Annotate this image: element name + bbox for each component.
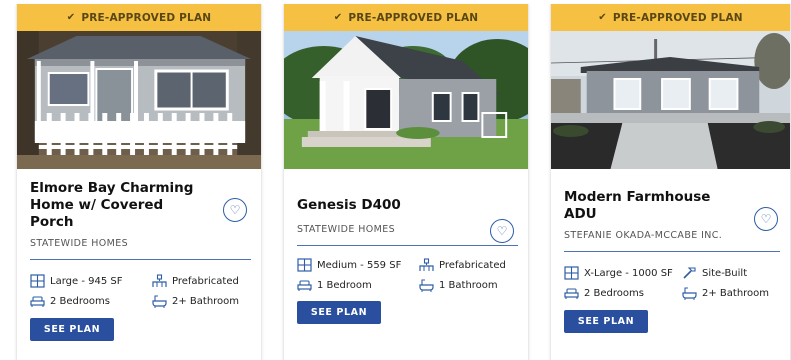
see-plan-button[interactable]: SEE PLAN — [30, 318, 114, 341]
plan-title[interactable]: Elmore Bay Charming Home w/ Covered Porc… — [30, 180, 210, 231]
bathtub-icon — [419, 278, 434, 292]
bed-icon — [30, 294, 45, 308]
house-photo-illustration — [17, 31, 261, 169]
checkmark-icon: ✔ — [598, 12, 607, 23]
spec-build-type: Prefabricated — [152, 274, 248, 288]
see-plan-button[interactable]: SEE PLAN — [564, 310, 648, 333]
banner-label: PRE-APPROVED PLAN — [348, 11, 479, 24]
spec-bathrooms: 2+ Bathroom — [682, 286, 777, 300]
favorite-heart-icon[interactable]: ♡ — [490, 219, 514, 243]
spec-size: Large - 945 SF — [30, 274, 152, 288]
spec-size: Medium - 559 SF — [297, 258, 419, 272]
floorplan-icon — [30, 274, 45, 288]
spec-bedrooms: 1 Bedroom — [297, 278, 419, 292]
plan-specs: Large - 945 SF Prefabricated 2 Bedrooms … — [30, 274, 248, 308]
see-plan-button[interactable]: SEE PLAN — [297, 301, 381, 324]
plan-photo[interactable] — [551, 31, 790, 169]
hammer-icon — [682, 266, 697, 280]
floorplan-icon — [564, 266, 579, 280]
spec-build-type: Site-Built — [682, 266, 777, 280]
favorite-heart-icon[interactable]: ♡ — [754, 207, 778, 231]
spec-size: X-Large - 1000 SF — [564, 266, 682, 280]
favorite-heart-icon[interactable]: ♡ — [223, 198, 247, 222]
builder-name: STEFANIE OKADA-MCCABE INC. — [564, 230, 723, 241]
bed-icon — [297, 278, 312, 292]
plan-specs: Medium - 559 SF Prefabricated 1 Bedroom … — [297, 258, 515, 292]
spec-bedrooms: 2 Bedrooms — [30, 294, 152, 308]
floorplan-icon — [297, 258, 312, 272]
spec-bedrooms: 2 Bedrooms — [564, 286, 682, 300]
plan-card[interactable]: ✔ PRE-APPROVED PLAN Elmore Bay Charming … — [16, 4, 262, 360]
checkmark-icon: ✔ — [333, 12, 343, 23]
plan-title[interactable]: Modern Farmhouse ADU — [564, 189, 744, 223]
card-divider — [30, 259, 251, 260]
plan-photo[interactable] — [17, 31, 261, 169]
checkmark-icon: ✔ — [66, 12, 76, 23]
plan-specs: X-Large - 1000 SF Site-Built 2 Bedrooms … — [564, 266, 777, 300]
pre-approved-banner: ✔ PRE-APPROVED PLAN — [551, 4, 790, 31]
spec-build-type: Prefabricated — [419, 258, 515, 272]
banner-label: PRE-APPROVED PLAN — [612, 11, 743, 24]
spec-bathrooms: 2+ Bathroom — [152, 294, 248, 308]
bathtub-icon — [152, 294, 167, 308]
prefab-crane-icon — [152, 274, 167, 288]
plan-card[interactable]: ✔ PRE-APPROVED PLAN Modern Farmhouse ADU… — [550, 4, 791, 360]
card-divider — [564, 251, 780, 252]
builder-name: STATEWIDE HOMES — [297, 224, 396, 235]
plan-photo[interactable] — [284, 31, 528, 169]
bed-icon — [564, 286, 579, 300]
plan-title[interactable]: Genesis D400 — [297, 197, 477, 214]
bathtub-icon — [682, 286, 697, 300]
spec-bathrooms: 1 Bathroom — [419, 278, 515, 292]
pre-approved-banner: ✔ PRE-APPROVED PLAN — [17, 4, 261, 31]
prefab-crane-icon — [419, 258, 434, 272]
card-divider — [297, 245, 518, 246]
builder-name: STATEWIDE HOMES — [30, 238, 129, 249]
pre-approved-banner: ✔ PRE-APPROVED PLAN — [284, 4, 528, 31]
house-photo-illustration — [551, 31, 790, 169]
plan-card[interactable]: ✔ PRE-APPROVED PLAN Genesis D400 ♡ STATE… — [283, 4, 529, 360]
house-photo-illustration — [284, 31, 528, 169]
banner-label: PRE-APPROVED PLAN — [81, 11, 212, 24]
